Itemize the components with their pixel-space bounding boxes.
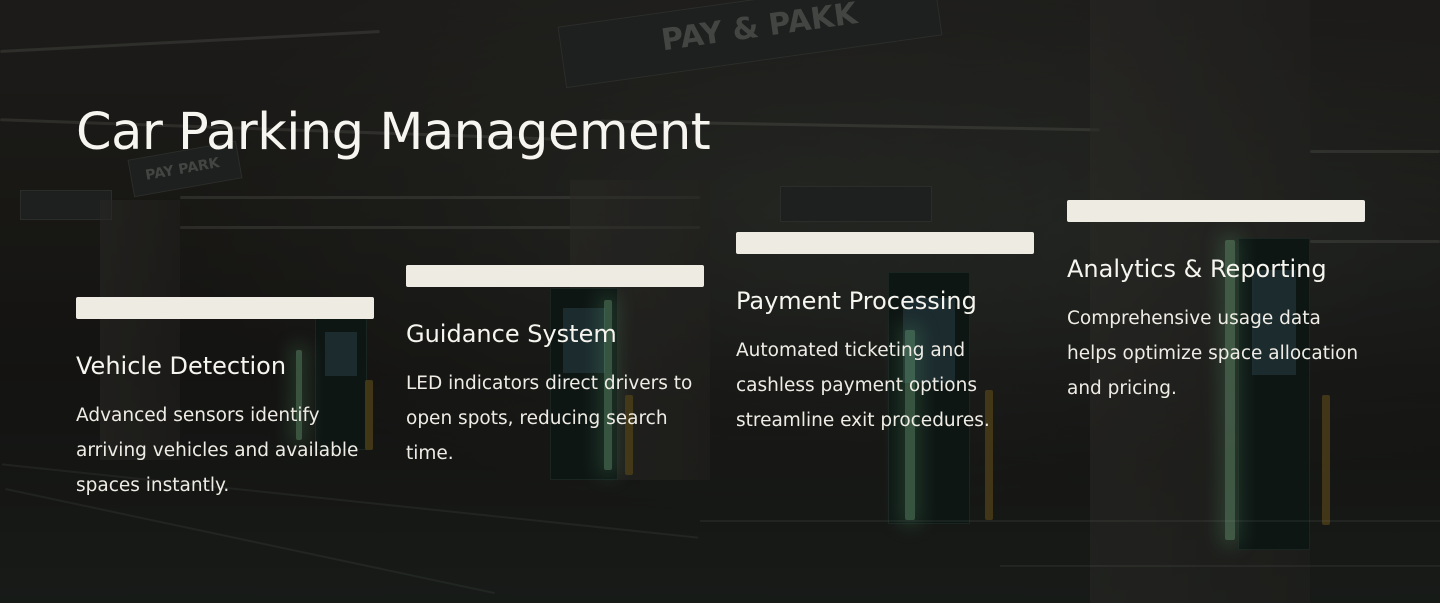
accent-bar bbox=[406, 265, 704, 287]
feature-description: LED indicators direct drivers to open sp… bbox=[406, 373, 693, 464]
feature-card-payment-processing: Payment Processing Automated ticketing a… bbox=[736, 232, 1034, 438]
accent-bar bbox=[736, 232, 1034, 254]
slide: PAY & PAKK PAY PARK Car Parking Manageme… bbox=[0, 0, 1440, 603]
accent-bar bbox=[76, 297, 374, 319]
page-title: Car Parking Management bbox=[76, 103, 711, 162]
accent-bar bbox=[1067, 200, 1365, 222]
feature-description: Automated ticketing and cashless payment… bbox=[736, 340, 990, 431]
feature-card-guidance-system: Guidance System LED indicators direct dr… bbox=[406, 265, 704, 471]
feature-description: Advanced sensors identify arriving vehic… bbox=[76, 405, 359, 496]
feature-card-vehicle-detection: Vehicle Detection Advanced sensors ident… bbox=[76, 297, 374, 503]
feature-title: Analytics & Reporting bbox=[1067, 255, 1327, 283]
feature-title: Payment Processing bbox=[736, 287, 977, 315]
feature-card-analytics-reporting: Analytics & Reporting Comprehensive usag… bbox=[1067, 200, 1365, 406]
feature-title: Vehicle Detection bbox=[76, 352, 287, 380]
feature-title: Guidance System bbox=[406, 320, 617, 348]
feature-description: Comprehensive usage data helps optimize … bbox=[1067, 308, 1359, 399]
